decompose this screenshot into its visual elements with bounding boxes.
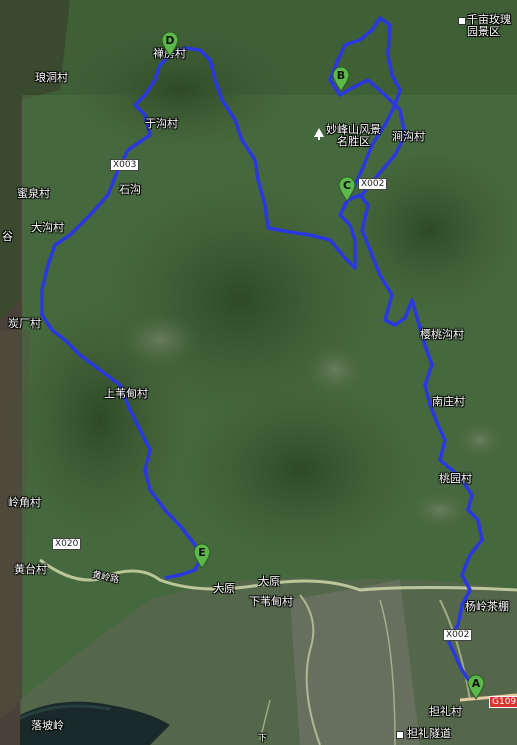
poi-icon: [396, 731, 404, 739]
label-gu: 谷: [2, 230, 13, 243]
map-marker-e[interactable]: E: [193, 543, 211, 569]
label-nanzhuang: 南庄村: [432, 395, 465, 408]
label-shigou: 石沟: [119, 183, 141, 196]
label-langdong: 琅洞村: [35, 71, 68, 84]
label-tanchang: 炭厂村: [8, 317, 41, 330]
label-dayuan-2: 大原: [213, 582, 235, 595]
road-shield-x002-south: X002: [443, 629, 473, 641]
marker-letter: A: [471, 677, 481, 690]
road-shield-g109: G109: [489, 696, 517, 708]
tree-icon: [314, 128, 324, 140]
map-marker-b[interactable]: B: [332, 66, 350, 92]
label-lingjiao: 岭角村: [8, 496, 41, 509]
label-luopoling: 落坡岭: [31, 719, 64, 732]
label-taoyuan: 桃园村: [439, 472, 472, 485]
road-shield-x003: X003: [110, 159, 140, 171]
road-shield-x020: X020: [52, 538, 82, 550]
label-yugou: 于沟村: [145, 117, 178, 130]
marker-letter: B: [336, 69, 346, 82]
road-shield-x002-north: X002: [358, 178, 388, 190]
label-shangweidian: 上苇甸村: [104, 387, 148, 400]
map-marker-d[interactable]: D: [161, 31, 179, 57]
label-yingtaogou: 樱桃沟村: [420, 328, 464, 341]
poi-icon: [458, 17, 466, 25]
label-dagou: 大沟村: [31, 221, 64, 234]
map-marker-c[interactable]: C: [338, 176, 356, 202]
label-miquan: 蜜泉村: [17, 187, 50, 200]
marker-letter: D: [165, 34, 175, 47]
label-miaofengshan: 妙峰山风景 名胜区: [326, 123, 381, 148]
label-yanglingchapeng: 杨岭茶棚: [465, 600, 509, 613]
label-xia: 下: [258, 734, 268, 744]
map-view[interactable]: 千亩玫瑰 园景区 琅洞村 禅房村 于沟村 蜜泉村 石沟 大沟村 谷 炭厂村 妙峰…: [0, 0, 517, 745]
label-xiaweidian: 下苇甸村: [249, 595, 293, 608]
label-danli: 担礼村: [429, 705, 462, 718]
marker-letter: C: [342, 179, 352, 192]
label-dayuan-1: 大原: [258, 575, 280, 588]
map-marker-a[interactable]: A: [467, 674, 485, 700]
label-huangtai: 黄台村: [14, 563, 47, 576]
label-danli-tunnel: 担礼隧道: [407, 727, 451, 740]
label-qianmu: 千亩玫瑰 园景区: [467, 13, 511, 38]
satellite-terrain: [0, 0, 517, 745]
marker-letter: E: [198, 546, 206, 559]
label-jiangou: 涧沟村: [392, 130, 425, 143]
